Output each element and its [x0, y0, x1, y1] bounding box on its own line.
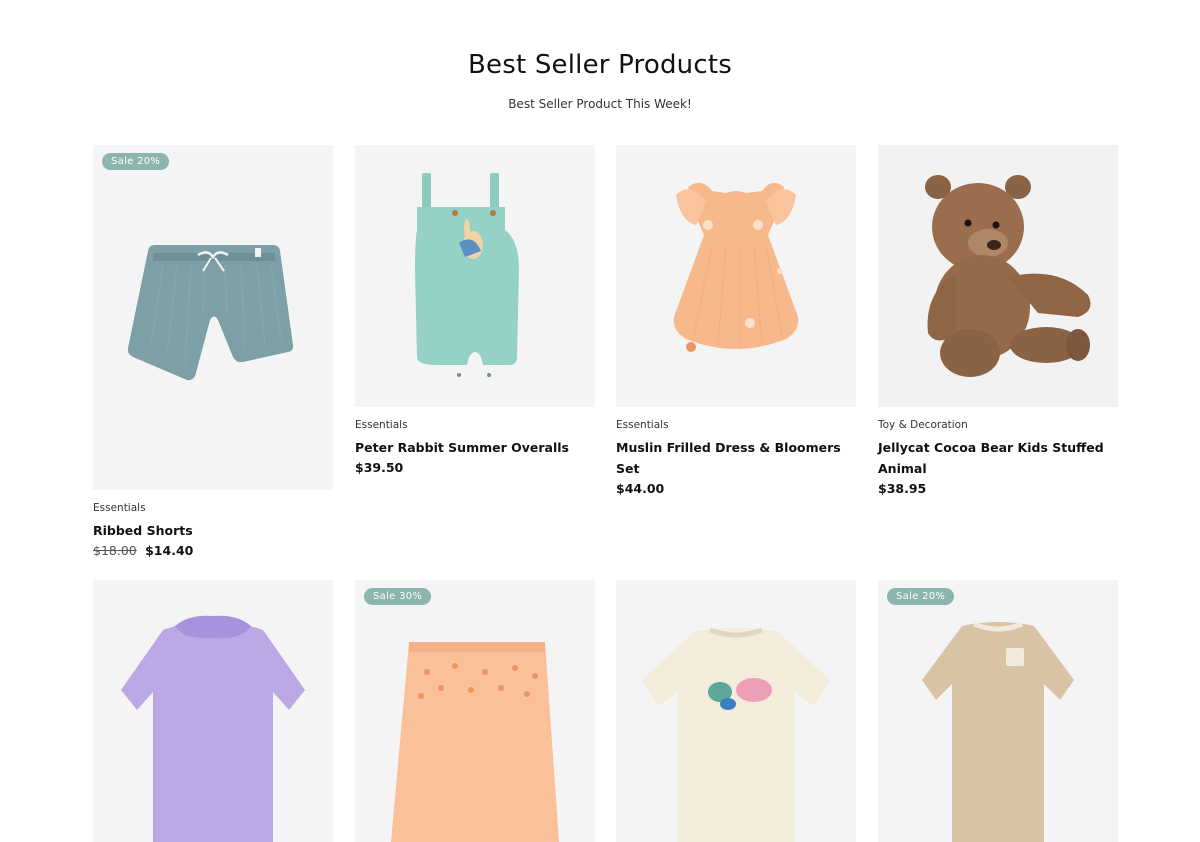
- price-row: $44.00: [616, 480, 856, 498]
- product-image-link[interactable]: [355, 145, 595, 407]
- product-card-cream-sweatshirt[interactable]: [616, 580, 856, 842]
- product-card-dress[interactable]: Essentials Muslin Frilled Dress & Bloome…: [616, 145, 856, 498]
- product-image-link[interactable]: Sale 20%: [93, 145, 333, 490]
- peach-pants-image: [391, 642, 559, 842]
- sale-badge: Sale 20%: [102, 153, 170, 170]
- product-card-teddy-bear[interactable]: Toy & Decoration Jellycat Cocoa Bear Kid…: [878, 145, 1118, 498]
- lilac-top-image: [121, 615, 305, 842]
- product-price: $39.50: [355, 460, 404, 475]
- product-image-link[interactable]: [616, 580, 856, 842]
- section-title: Best Seller Products: [468, 50, 732, 80]
- product-card-lilac-top[interactable]: [93, 580, 333, 842]
- cream-sweatshirt-image: [642, 627, 830, 842]
- product-price: $44.00: [616, 481, 665, 496]
- product-name[interactable]: Muslin Frilled Dress & Bloomers Set: [616, 437, 856, 479]
- price-row: $39.50: [355, 459, 595, 477]
- product-name[interactable]: Peter Rabbit Summer Overalls: [355, 437, 595, 458]
- product-image-link[interactable]: Sale 30%: [355, 580, 595, 842]
- original-price: $18.00: [93, 543, 137, 558]
- overalls-image: [415, 173, 519, 377]
- sale-badge: Sale 20%: [887, 588, 955, 605]
- product-name[interactable]: Jellycat Cocoa Bear Kids Stuffed Animal: [878, 437, 1118, 479]
- product-category: Essentials: [616, 419, 669, 431]
- price-row: $38.95: [878, 480, 1118, 498]
- ribbed-shorts-image: [127, 245, 294, 381]
- section-subtitle: Best Seller Product This Week!: [508, 97, 692, 111]
- product-card-ribbed-shorts[interactable]: Sale 20% Essentials Ribbed Shorts $18.00…: [93, 145, 333, 560]
- product-image-link[interactable]: [93, 580, 333, 842]
- product-image-link[interactable]: Sale 20%: [878, 580, 1118, 842]
- product-category: Toy & Decoration: [878, 419, 968, 431]
- product-image-link[interactable]: [616, 145, 856, 407]
- product-card-overalls[interactable]: Essentials Peter Rabbit Summer Overalls …: [355, 145, 595, 477]
- price-row: $18.00 $14.40: [93, 542, 333, 560]
- dress-image: [673, 182, 799, 352]
- product-price: $38.95: [878, 481, 927, 496]
- product-card-beige-bodysuit[interactable]: Sale 20%: [878, 580, 1118, 842]
- product-name[interactable]: Ribbed Shorts: [93, 520, 333, 541]
- sale-price: $14.40: [145, 543, 194, 558]
- product-category: Essentials: [355, 419, 408, 431]
- teddy-bear-image: [925, 175, 1091, 377]
- sale-badge: Sale 30%: [364, 588, 432, 605]
- product-category: Essentials: [93, 502, 146, 514]
- product-image-link[interactable]: [878, 145, 1118, 407]
- beige-bodysuit-image: [922, 621, 1074, 842]
- product-card-peach-pants[interactable]: Sale 30%: [355, 580, 595, 842]
